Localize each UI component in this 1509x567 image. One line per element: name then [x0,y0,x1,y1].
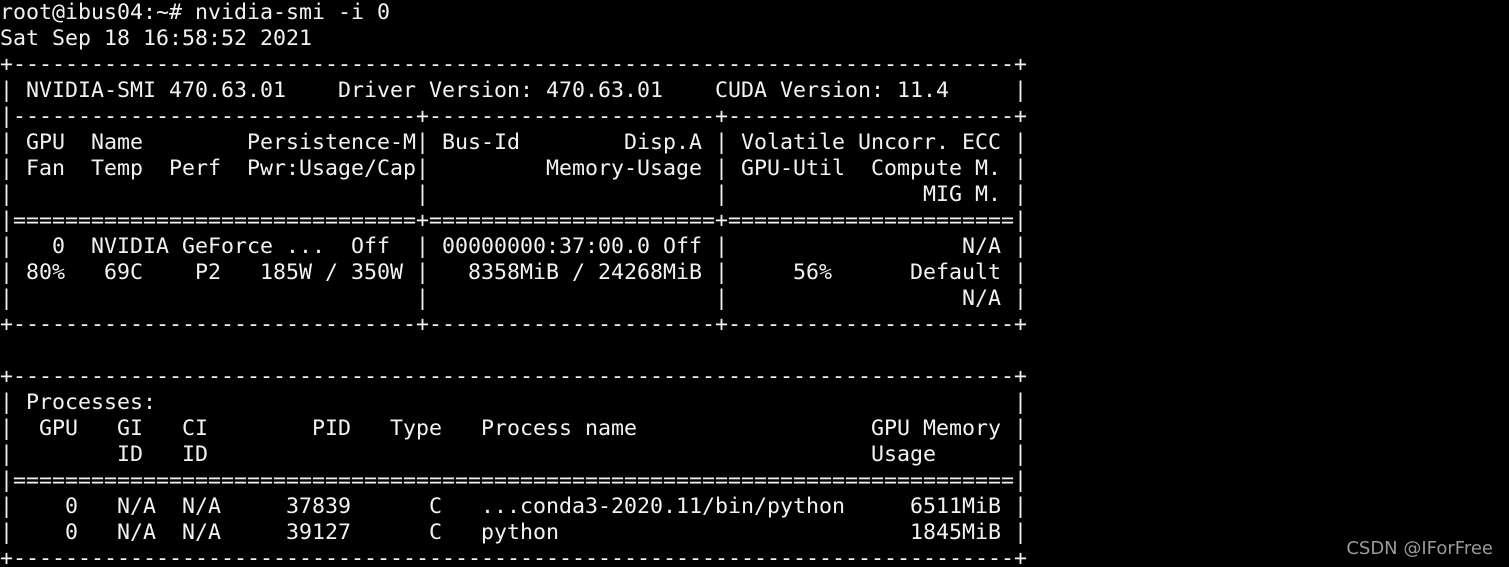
terminal-line-proc-row-1: | 0 N/A N/A 37839 C ...conda3-2020.11/bi… [0,494,1028,519]
terminal-line-double-rule: |===============================+=======… [0,208,1028,233]
terminal-line-gpu-header-2: | Fan Temp Perf Pwr:Usage/Cap| Memory-Us… [0,156,1028,181]
terminal-line-gpu-bottom: +-------------------------------+-------… [0,312,1028,337]
terminal-line-proc-top: +---------------------------------------… [0,364,1028,389]
csdn-watermark: CSDN @IForFree [1346,538,1493,559]
terminal-line-timestamp: Sat Sep 18 16:58:52 2021 [0,26,313,51]
terminal-line-command: root@ibus04:~# nvidia-smi -i 0 [0,0,391,25]
terminal-line-proc-row-2: | 0 N/A N/A 39127 C python 1845MiB | [0,520,1028,545]
terminal-line-proc-header-1: | GPU GI CI PID Type Process name GPU Me… [0,416,1028,441]
terminal-line-versions: | NVIDIA-SMI 470.63.01 Driver Version: 4… [0,78,1028,103]
terminal-line-gpu-header-1: | GPU Name Persistence-M| Bus-Id Disp.A … [0,130,1028,155]
terminal-window[interactable]: root@ibus04:~# nvidia-smi -i 0 Sat Sep 1… [0,0,1509,567]
terminal-line-top-border: +---------------------------------------… [0,52,1028,77]
terminal-line-gpu-row-1: | 0 NVIDIA GeForce ... Off | 00000000:37… [0,234,1028,259]
terminal-line-proc-header-2: | ID ID Usage | [0,442,1028,467]
terminal-line-separator: |-------------------------------+-------… [0,104,1028,129]
terminal-line-gpu-row-3: | | | N/A | [0,286,1028,311]
terminal-line-gpu-row-2: | 80% 69C P2 185W / 350W | 8358MiB / 242… [0,260,1028,285]
terminal-line-proc-rule: |=======================================… [0,468,1028,493]
terminal-line-proc-bottom: +---------------------------------------… [0,546,1028,567]
terminal-line-proc-title: | Processes: | [0,390,1028,415]
terminal-line-gpu-header-3: | | | MIG M. | [0,182,1028,207]
